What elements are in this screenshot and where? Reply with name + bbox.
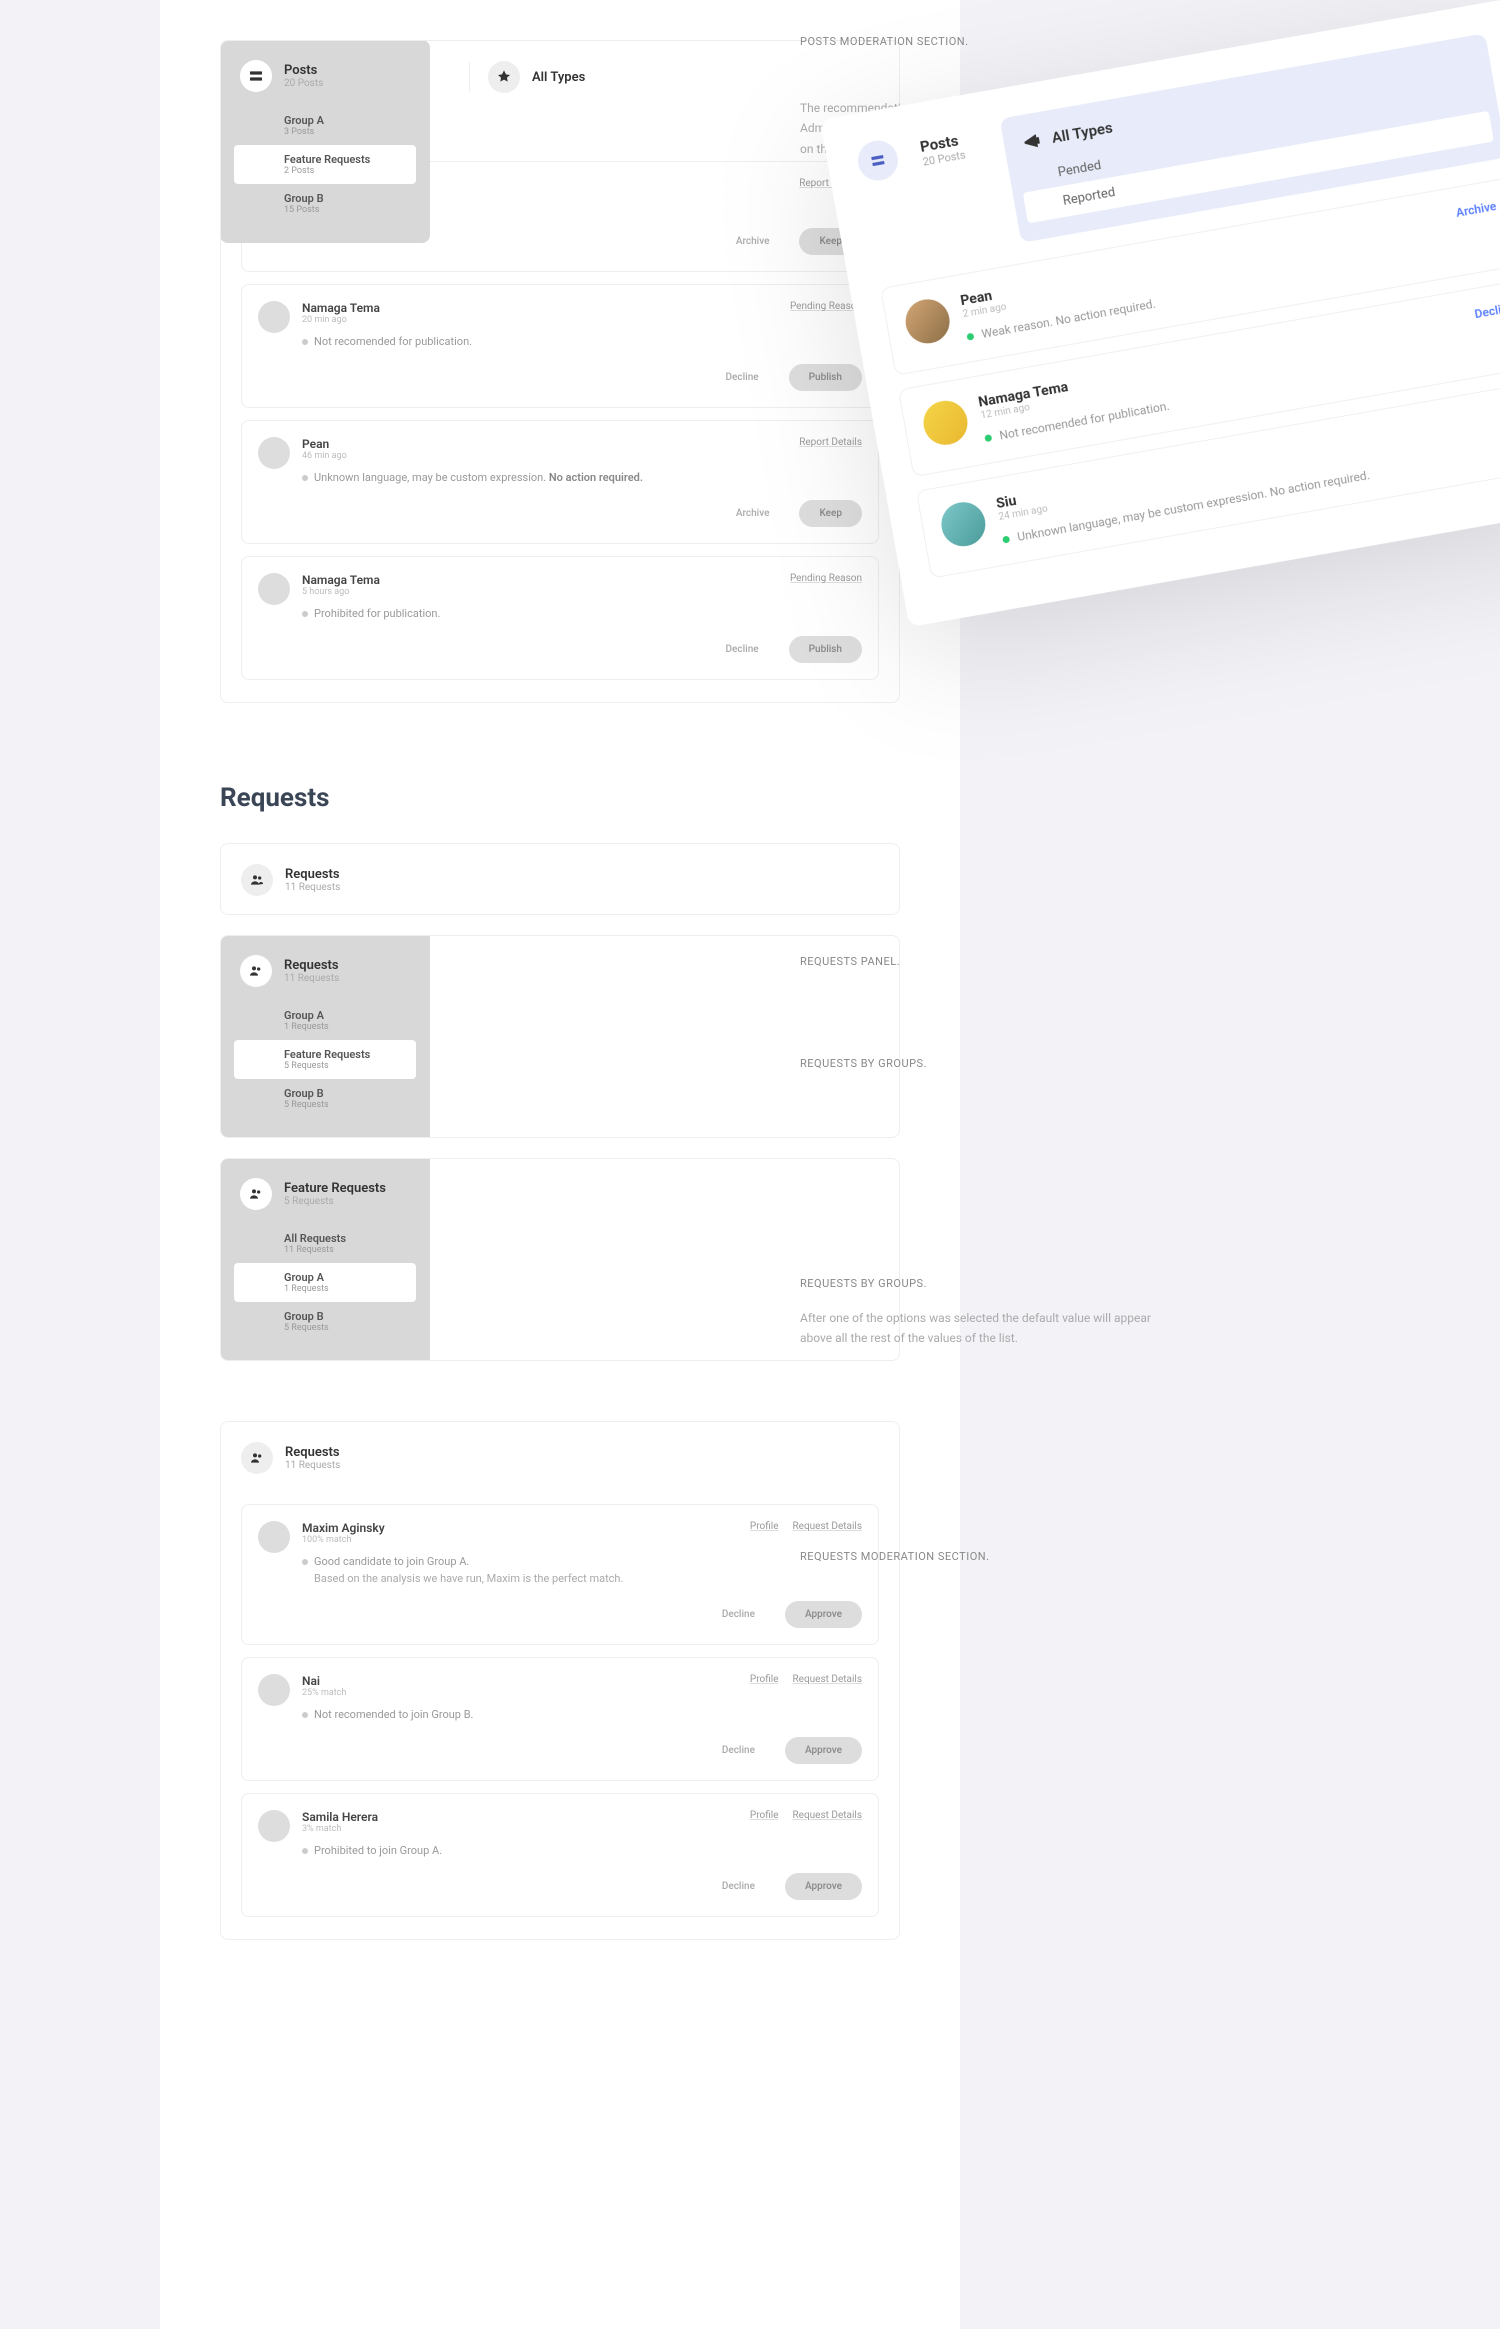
types-icon — [488, 61, 520, 93]
requests-groups-panel-2: Feature Requests 5 Requests All Requests… — [220, 1158, 900, 1361]
divider — [469, 62, 470, 92]
archive-button[interactable]: Archive — [716, 228, 790, 255]
posts-title: Posts — [284, 63, 323, 78]
post-time: 46 min ago — [302, 451, 347, 461]
requests-dropdown: Requests 11 Requests Group A1 Requests F… — [220, 935, 430, 1138]
publish-button[interactable]: Publish — [789, 636, 862, 663]
users-icon — [241, 864, 273, 896]
decline-button[interactable]: Decline — [702, 1601, 775, 1628]
avatar — [258, 437, 290, 469]
tilted-preview: Posts 20 Posts All Types Pended Reported… — [820, 0, 1500, 711]
annot-title: POSTS MODERATION SECTION. — [800, 35, 1200, 48]
avatar — [920, 397, 971, 448]
group-item[interactable]: Group A1 Requests — [234, 1263, 416, 1302]
annot-title: REQUESTS BY GROUPS. — [800, 1057, 1180, 1070]
group-item[interactable]: Group A3 Posts — [240, 106, 410, 145]
group-item[interactable]: Group B5 Requests — [240, 1079, 410, 1118]
avatar — [258, 1674, 290, 1706]
status-dot — [1002, 535, 1010, 543]
posts-icon — [240, 60, 272, 92]
requests-panel: Requests 11 Requests — [220, 843, 900, 915]
request-card: Maxim Aginsky100% match Profile Request … — [241, 1504, 879, 1645]
req-match: 25% match — [302, 1688, 346, 1698]
posts-panel: Posts 20 Posts Group A3 Posts Feature Re… — [220, 40, 900, 703]
req-match: 3% match — [302, 1824, 378, 1834]
group-item[interactable]: Feature Requests2 Posts — [234, 145, 416, 184]
requests-heading: Requests — [220, 783, 900, 813]
main-column: Posts 20 Posts Group A3 Posts Feature Re… — [160, 0, 960, 2329]
post-card: Namaga Tema20 min ago Pending Reason Not… — [241, 284, 879, 408]
request-card: Nai25% match Profile Request Details Not… — [241, 1657, 879, 1781]
group-item[interactable]: Group A1 Requests — [240, 1001, 410, 1040]
group-item[interactable]: Feature Requests5 Requests — [234, 1040, 416, 1079]
post-card: Namaga Tema5 hours ago Pending Reason Pr… — [241, 556, 879, 680]
posts-dropdown: Posts 20 Posts Group A3 Posts Feature Re… — [220, 40, 430, 243]
report-details-link[interactable]: Report Details — [799, 437, 862, 448]
annot-title: REQUESTS PANEL. — [800, 955, 1180, 968]
avatar — [258, 301, 290, 333]
post-time: 5 hours ago — [302, 587, 380, 597]
archive-button[interactable]: Archive — [716, 500, 790, 527]
profile-link[interactable]: Profile — [750, 1674, 779, 1685]
req-name: Samila Herera — [302, 1810, 378, 1824]
status-dot — [984, 434, 992, 442]
req-match: 100% match — [302, 1535, 385, 1545]
approve-button[interactable]: Approve — [785, 1601, 862, 1628]
requests-dropdown: Feature Requests 5 Requests All Requests… — [220, 1158, 430, 1361]
decline-link[interactable]: Decline — [1474, 300, 1500, 321]
req-name: Maxim Aginsky — [302, 1521, 385, 1535]
group-item[interactable]: Group B5 Requests — [240, 1302, 410, 1341]
decline-button[interactable]: Decline — [706, 364, 779, 391]
profile-link[interactable]: Profile — [750, 1521, 779, 1532]
req-name: Nai — [302, 1674, 346, 1688]
req-title: Requests — [285, 867, 340, 882]
group-item[interactable]: All Requests11 Requests — [240, 1224, 410, 1263]
group-item[interactable]: Group B15 Posts — [240, 184, 410, 223]
annot-title: REQUESTS BY GROUPS. — [800, 1277, 1180, 1290]
archive-link[interactable]: Archive — [1455, 199, 1498, 220]
decline-button[interactable]: Decline — [706, 636, 779, 663]
keep-button[interactable]: Keep — [799, 500, 862, 527]
post-author: Namaga Tema — [302, 573, 380, 587]
post-card: Pean46 min ago Report Details Unknown la… — [241, 420, 879, 544]
users-icon — [240, 1178, 272, 1210]
megaphone-icon — [1021, 130, 1044, 153]
users-icon — [241, 1442, 273, 1474]
post-author: Namaga Tema — [302, 301, 380, 315]
annot-title: REQUESTS MODERATION SECTION. — [800, 1550, 1180, 1563]
avatar — [258, 1810, 290, 1842]
requests-moderation-panel: Requests 11 Requests Maxim Aginsky100% m… — [220, 1421, 900, 1940]
requests-groups-panel: Requests 11 Requests Group A1 Requests F… — [220, 935, 900, 1138]
profile-link[interactable]: Profile — [750, 1810, 779, 1821]
req-sub: 11 Requests — [285, 882, 340, 893]
publish-button[interactable]: Publish — [789, 364, 862, 391]
users-icon — [240, 955, 272, 987]
all-types[interactable]: All Types — [532, 70, 585, 85]
approve-button[interactable]: Approve — [785, 1737, 862, 1764]
avatar — [258, 573, 290, 605]
approve-button[interactable]: Approve — [785, 1873, 862, 1900]
request-details-link[interactable]: Request Details — [793, 1810, 862, 1821]
post-author: Pean — [302, 437, 347, 451]
request-details-link[interactable]: Request Details — [793, 1521, 862, 1532]
avatar — [938, 499, 989, 550]
pending-reason-link[interactable]: Pending Reason — [790, 573, 862, 584]
request-card: Samila Herera3% match Profile Request De… — [241, 1793, 879, 1917]
posts-sub: 20 Posts — [284, 78, 323, 89]
annot-body: After one of the options was selected th… — [800, 1308, 1180, 1349]
posts-icon — [855, 137, 901, 183]
post-time: 20 min ago — [302, 315, 380, 325]
pending-reason-link[interactable]: Pending Reason — [790, 301, 862, 312]
avatar — [902, 296, 953, 347]
status-dot — [966, 333, 974, 341]
request-details-link[interactable]: Request Details — [793, 1674, 862, 1685]
decline-button[interactable]: Decline — [702, 1737, 775, 1764]
decline-button[interactable]: Decline — [702, 1873, 775, 1900]
avatar — [258, 1521, 290, 1553]
